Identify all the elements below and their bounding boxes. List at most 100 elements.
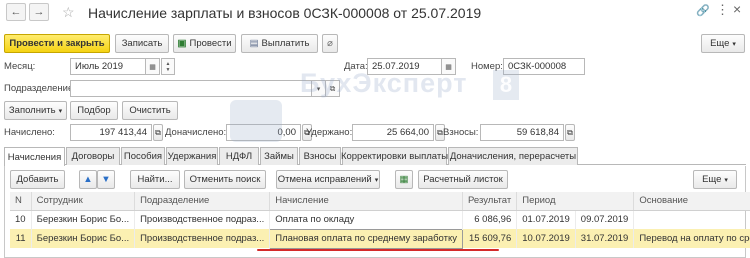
tab-recalculations[interactable]: Доначисления, перерасчеты xyxy=(448,147,578,165)
cancel-corrections-button[interactable]: Отмена исправлений ▾ xyxy=(276,170,380,189)
spreadsheet-icon: ▦ xyxy=(399,174,409,185)
more-button-label: Еще xyxy=(710,38,730,49)
result-cell[interactable]: 15 609,76 xyxy=(462,229,518,248)
tab-ndfl[interactable]: НДФЛ xyxy=(219,147,259,165)
open-link-icon: ⧉ xyxy=(155,127,161,137)
table-row[interactable]: 11 Березкин Борис Бо... Производственное… xyxy=(10,228,750,249)
arrow-down-icon: ▼ xyxy=(101,174,111,185)
close-icon[interactable]: × xyxy=(733,1,741,17)
fill-button[interactable]: Заполнить ▾ xyxy=(4,101,67,120)
month-field[interactable]: Июль 2019 xyxy=(70,58,146,75)
tab-bar: Начисления Договоры Пособия Удержания НД… xyxy=(4,147,746,166)
column-header[interactable]: Результат xyxy=(462,192,518,211)
period-from-cell[interactable]: 01.07.2019 xyxy=(516,210,576,229)
open-link-icon: ⧉ xyxy=(567,127,573,137)
department-field[interactable] xyxy=(70,80,312,97)
arrow-left-icon: ← xyxy=(10,6,22,18)
step-down-icon: ▼ xyxy=(165,66,171,73)
column-header[interactable]: Сотрудник xyxy=(31,192,136,211)
tab-deductions[interactable]: Удержания xyxy=(166,147,218,165)
row-number-cell: 11 xyxy=(10,229,32,248)
back-button[interactable]: ← xyxy=(6,3,26,21)
document-title: Начисление зарплаты и взносов 0СЗК-00000… xyxy=(88,5,482,21)
highlight-underline xyxy=(257,249,499,251)
tab-payment-corrections[interactable]: Корректировки выплаты xyxy=(341,147,448,165)
watermark-text: БухЭксперт xyxy=(300,68,468,98)
tab-accruals[interactable]: Начисления xyxy=(4,147,65,166)
link-icon[interactable]: 🔗 xyxy=(696,4,710,17)
department-cell[interactable]: Производственное подраз... xyxy=(134,229,271,248)
contributions-total: 59 618,84 xyxy=(480,124,564,141)
table-header-row: N Сотрудник Подразделение Начисление Рез… xyxy=(10,192,750,211)
chevron-down-icon: ▾ xyxy=(58,107,63,115)
chevron-down-icon: ▾ xyxy=(374,176,379,184)
post-document-icon: ▣ xyxy=(177,38,187,49)
row-number-cell: 10 xyxy=(10,210,32,229)
tab-benefits[interactable]: Пособия xyxy=(121,147,165,165)
grid-more-label: Еще xyxy=(702,174,722,185)
column-header[interactable]: Подразделение xyxy=(134,192,271,211)
month-label: Месяц: xyxy=(4,61,36,72)
payslip-button[interactable]: Расчетный листок xyxy=(418,170,508,189)
period-to-cell[interactable]: 31.07.2019 xyxy=(575,229,635,248)
post-and-close-button[interactable]: Провести и закрыть xyxy=(4,34,110,53)
basis-cell[interactable] xyxy=(633,210,750,229)
pay-document-icon: ▤ xyxy=(249,38,259,49)
more-button[interactable]: Еще ▾ xyxy=(701,34,745,53)
print-sheet-button[interactable]: ▦ xyxy=(395,170,413,189)
accrued-total: 197 413,44 xyxy=(70,124,152,141)
clear-button[interactable]: Очистить xyxy=(122,101,178,120)
favorite-star-icon[interactable]: ☆ xyxy=(62,4,75,21)
chevron-down-icon: ▾ xyxy=(724,176,728,184)
department-cell[interactable]: Производственное подраз... xyxy=(134,210,271,229)
arrow-up-icon: ▲ xyxy=(83,174,93,185)
month-stepper[interactable]: ▲ ▼ xyxy=(161,58,175,75)
month-calendar-button[interactable]: ▦ xyxy=(146,58,160,75)
open-link-icon: ⧉ xyxy=(437,127,443,137)
column-header[interactable]: Основание xyxy=(633,192,750,211)
attach-button[interactable]: ⌀ xyxy=(322,34,338,53)
watermark-owl-logo xyxy=(230,100,282,142)
move-down-button[interactable]: ▼ xyxy=(97,170,115,189)
contributions-label: Взносы: xyxy=(443,127,479,138)
basis-cell[interactable]: Перевод на оплату по сре... xyxy=(633,229,750,248)
save-button[interactable]: Записать xyxy=(115,34,169,53)
add-row-button[interactable]: Добавить xyxy=(10,170,65,189)
tab-contributions[interactable]: Взносы xyxy=(299,147,341,165)
table-row[interactable]: 10 Березкин Борис Бо... Производственное… xyxy=(10,210,750,229)
grid-more-button[interactable]: Еще ▾ xyxy=(693,170,737,189)
move-up-button[interactable]: ▲ xyxy=(79,170,97,189)
find-button[interactable]: Найти... xyxy=(130,170,180,189)
tab-loans[interactable]: Займы xyxy=(260,147,298,165)
column-header[interactable]: Период xyxy=(516,192,635,211)
period-from-cell[interactable]: 10.07.2019 xyxy=(516,229,576,248)
tab-contracts[interactable]: Договоры xyxy=(66,147,120,165)
post-button[interactable]: ▣ Провести xyxy=(173,34,236,53)
column-header[interactable]: Начисление xyxy=(269,192,464,211)
employee-cell[interactable]: Березкин Борис Бо... xyxy=(31,210,136,229)
withheld-label: Удержано: xyxy=(306,127,353,138)
result-cell[interactable]: 6 086,96 xyxy=(462,210,518,229)
accrued-label: Начислено: xyxy=(4,127,55,138)
more-menu-icon[interactable]: ⋮ xyxy=(716,2,729,18)
chevron-down-icon: ▾ xyxy=(732,40,736,48)
accrual-cell[interactable]: Оплата по окладу xyxy=(269,210,464,229)
accrual-cell[interactable]: Плановая оплата по среднему заработку xyxy=(269,228,464,249)
cancel-corrections-label: Отмена исправлений xyxy=(277,174,372,185)
employee-cell[interactable]: Березкин Борис Бо... xyxy=(31,229,136,248)
department-label: Подразделение: xyxy=(4,83,76,94)
arrow-right-icon: → xyxy=(33,6,45,18)
select-button[interactable]: Подбор xyxy=(70,101,118,120)
additional-label: Доначислено: xyxy=(165,127,227,138)
period-to-cell[interactable]: 09.07.2019 xyxy=(575,210,635,229)
post-button-label: Провести xyxy=(189,38,232,49)
accruals-table: N Сотрудник Подразделение Начисление Рез… xyxy=(10,192,750,249)
column-header[interactable]: N xyxy=(10,192,32,211)
pay-button-label: Выплатить xyxy=(261,38,310,49)
pay-button[interactable]: ▤ Выплатить xyxy=(241,34,318,53)
cancel-search-button[interactable]: Отменить поиск xyxy=(184,170,266,189)
accrued-open-button[interactable]: ⧉ xyxy=(153,124,163,141)
contributions-open-button[interactable]: ⧉ xyxy=(565,124,575,141)
forward-button[interactable]: → xyxy=(29,3,49,21)
fill-button-label: Заполнить xyxy=(8,105,56,116)
